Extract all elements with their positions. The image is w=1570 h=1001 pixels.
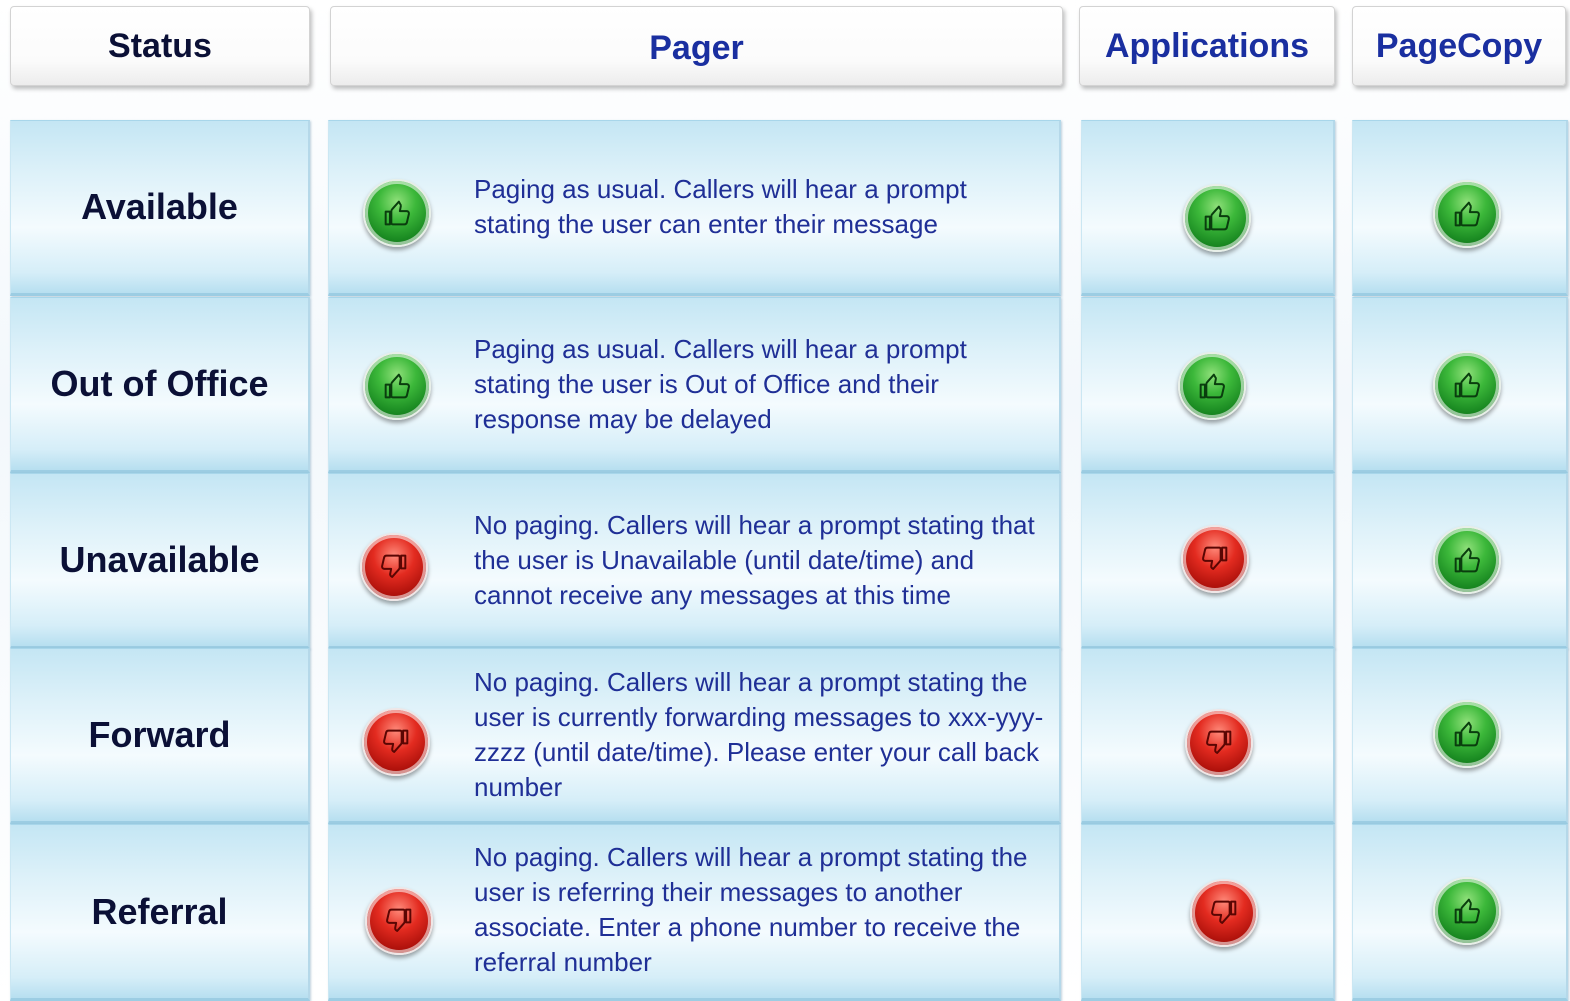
thumbs-down-icon <box>1206 730 1232 754</box>
applications-cell <box>1081 648 1335 824</box>
pager-description: No paging. Callers will hear a prompt st… <box>474 509 1035 610</box>
pagecopy-status-indicator <box>1433 351 1501 419</box>
applications-status-indicator <box>1183 184 1251 252</box>
status-cell: Unavailable <box>10 473 310 649</box>
status-label: Referral <box>91 890 228 932</box>
pagecopy-cell <box>1352 297 1568 473</box>
applications-cell <box>1081 473 1335 649</box>
applications-cell <box>1081 824 1335 1001</box>
pager-description: Paging as usual. Callers will hear a pro… <box>474 174 967 239</box>
thumbs-up-icon <box>1454 372 1480 398</box>
pager-status-indicator <box>363 352 431 420</box>
pager-cell: No paging. Callers will hear a prompt st… <box>328 824 1061 1001</box>
thumbs-up-icon <box>1454 898 1480 924</box>
header-pagecopy: PageCopy <box>1352 6 1566 86</box>
thumbs-down-icon <box>386 908 412 932</box>
applications-status-indicator <box>1185 709 1253 777</box>
thumbs-down-icon <box>1202 546 1228 570</box>
status-label: Out of Office <box>50 363 269 404</box>
thumbs-down-icon <box>381 554 407 578</box>
status-label: Available <box>81 186 238 227</box>
status-cell: Referral <box>10 824 310 1001</box>
pager-cell: No paging. Callers will hear a prompt st… <box>328 648 1061 824</box>
pagecopy-status-indicator <box>1433 526 1501 594</box>
pager-description: No paging. Callers will hear a prompt st… <box>474 667 1044 802</box>
header-pager-label: Pager <box>649 29 744 67</box>
status-label: Unavailable <box>59 539 260 580</box>
thumbs-up-icon <box>384 373 410 399</box>
pagecopy-status-indicator <box>1433 700 1501 768</box>
pager-cell: No paging. Callers will hear a prompt st… <box>328 473 1061 649</box>
applications-cell <box>1081 297 1335 473</box>
pagecopy-status-indicator <box>1433 877 1501 945</box>
pager-description: No paging. Callers will hear a prompt st… <box>474 841 1028 977</box>
header-status: Status <box>10 6 310 86</box>
pager-cell: Paging as usual. Callers will hear a pro… <box>328 120 1061 296</box>
thumbs-up-icon <box>1454 201 1480 227</box>
pager-description: Paging as usual. Callers will hear a pro… <box>474 333 967 434</box>
thumbs-up-icon <box>1454 721 1480 747</box>
header-pager: Pager <box>330 6 1063 86</box>
header-status-label: Status <box>108 26 212 65</box>
header-applications: Applications <box>1079 6 1335 86</box>
applications-status-indicator <box>1178 352 1246 420</box>
pager-status-indicator <box>363 179 431 247</box>
thumbs-down-icon <box>383 729 409 753</box>
pagecopy-cell <box>1352 648 1568 824</box>
status-cell: Available <box>10 120 310 296</box>
pagecopy-cell <box>1352 824 1568 1001</box>
thumbs-up-icon <box>384 200 410 226</box>
header-pagecopy-label: PageCopy <box>1375 26 1543 65</box>
pagecopy-cell <box>1352 120 1568 296</box>
header-applications-label: Applications <box>1104 26 1310 65</box>
status-cell: Forward <box>10 648 310 824</box>
pagecopy-cell <box>1352 473 1568 649</box>
applications-cell <box>1081 120 1335 296</box>
pagecopy-status-indicator <box>1433 180 1501 248</box>
pager-status-indicator <box>360 533 428 601</box>
thumbs-down-icon <box>1211 900 1237 924</box>
status-cell: Out of Office <box>10 297 310 473</box>
status-label: Forward <box>88 714 231 755</box>
pager-status-indicator <box>365 887 433 955</box>
pager-cell: Paging as usual. Callers will hear a pro… <box>328 297 1061 473</box>
thumbs-up-icon <box>1199 373 1225 399</box>
thumbs-up-icon <box>1454 547 1480 573</box>
thumbs-up-icon <box>1204 205 1230 231</box>
pager-status-indicator <box>362 708 430 776</box>
applications-status-indicator <box>1190 879 1258 947</box>
applications-status-indicator <box>1181 525 1249 593</box>
